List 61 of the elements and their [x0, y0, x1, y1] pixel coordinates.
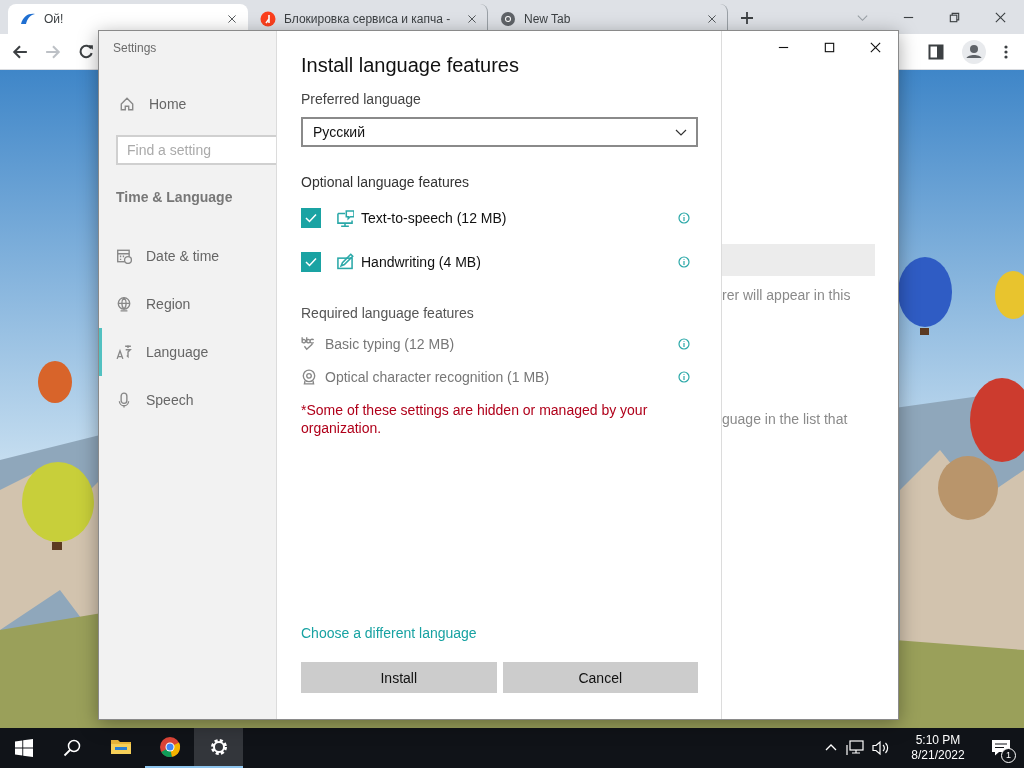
network-icon[interactable]	[846, 740, 864, 756]
search-field[interactable]: Find a setting	[116, 135, 276, 165]
clock-time[interactable]: 5:10 PM	[915, 733, 961, 748]
spellcheck-icon	[301, 335, 317, 352]
feature-label: Optical character recognition (1 MB)	[325, 368, 551, 385]
section-label: Required language features	[301, 304, 475, 323]
reload-icon[interactable]	[78, 43, 94, 60]
checkbox[interactable]	[301, 208, 321, 228]
checkbox[interactable]	[301, 252, 321, 272]
sidebar-item[interactable]: Date & time	[99, 232, 276, 280]
globe-icon	[116, 296, 132, 312]
globe-logo-icon	[500, 11, 516, 27]
calendar-icon	[116, 248, 132, 264]
language-icon	[116, 344, 132, 360]
feature-label: Text-to-speech (12 MB)	[361, 210, 508, 226]
notification-count: 1	[1001, 748, 1016, 763]
sidebar-item[interactable]: Region	[99, 280, 276, 328]
dialog-button[interactable]: Install	[301, 662, 497, 693]
taskbar-button[interactable]	[194, 728, 243, 768]
info-icon[interactable]	[678, 212, 690, 224]
back-arrow-icon[interactable]	[12, 43, 28, 60]
browser-tab[interactable]: Ой!	[8, 4, 248, 34]
description-text: guage in the list that	[722, 410, 849, 429]
field-label: Preferred language	[301, 90, 422, 109]
volume-icon[interactable]	[872, 740, 890, 756]
camera-scan-icon	[301, 368, 317, 385]
dialog-title: Install language features	[301, 53, 520, 78]
dialog-button[interactable]: Cancel	[502, 662, 698, 693]
logo-icon	[260, 11, 276, 27]
info-icon[interactable]	[678, 256, 690, 268]
warning-note: *Some of these settings are hidden or managed by your organization.	[301, 401, 649, 437]
sidebar-item[interactable]: Speech	[99, 376, 276, 424]
feature-label: Handwriting (4 MB)	[361, 254, 482, 270]
tab-title: New Tab	[524, 12, 572, 26]
chrome-icon	[158, 736, 181, 758]
section-label: Optional language features	[301, 173, 471, 192]
bird-logo-icon	[20, 11, 36, 27]
language-dropdown[interactable]: Русский	[301, 117, 698, 147]
clock-date[interactable]: 8/21/2022	[911, 748, 965, 763]
new-tab-icon[interactable]	[740, 11, 754, 25]
side-panel-icon[interactable]	[928, 43, 944, 60]
close-icon[interactable]	[994, 10, 1007, 24]
home-link[interactable]: Home	[99, 84, 276, 124]
tab-title: Ой!	[44, 12, 65, 26]
profile-icon[interactable]	[962, 39, 986, 64]
restore-icon[interactable]	[948, 10, 961, 24]
home-icon	[119, 96, 135, 112]
info-icon[interactable]	[678, 370, 690, 383]
maximize-icon[interactable]	[823, 40, 836, 54]
description-text: rer will appear in this	[722, 286, 852, 305]
pen-on-pad-icon	[336, 253, 354, 271]
microphone-icon	[116, 392, 132, 408]
section-heading: Time & Language	[115, 188, 234, 207]
monitor-speech-icon	[336, 209, 354, 227]
window-title: Settings	[112, 40, 158, 57]
more-menu-icon[interactable]	[1004, 43, 1008, 60]
feature-label: Basic typing (12 MB)	[325, 335, 456, 352]
info-icon[interactable]	[678, 337, 690, 350]
close-icon[interactable]	[227, 14, 237, 24]
close-icon[interactable]	[869, 40, 882, 54]
tab-title: Блокировка сервиса и капча -	[284, 12, 452, 26]
